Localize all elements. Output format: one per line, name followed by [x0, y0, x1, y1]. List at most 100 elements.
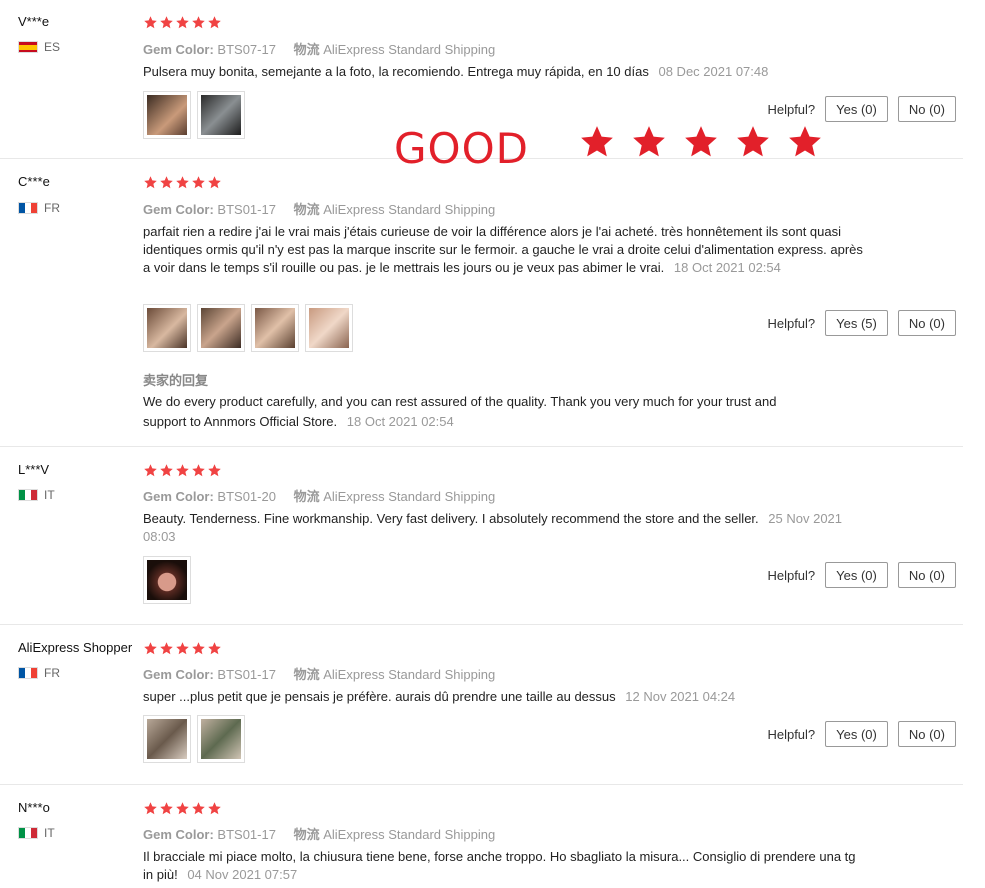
- star-rating: [143, 801, 222, 816]
- review-photos: [143, 556, 191, 604]
- star-icon: [143, 801, 158, 816]
- seller-reply-label: 卖家的回复: [143, 373, 209, 388]
- shipping-label: 物流: [293, 827, 320, 842]
- shipping-value: AliExpress Standard Shipping: [323, 202, 496, 217]
- reviewer-name: N***o: [18, 800, 50, 815]
- star-icon: [159, 641, 174, 656]
- star-rating: [143, 175, 222, 190]
- review-item: AliExpress Shopper FR Gem Color: BTS01-1…: [0, 625, 963, 785]
- helpful-no-button[interactable]: No (0): [897, 721, 956, 747]
- helpful-vote: Helpful? Yes (5) No (0): [767, 310, 956, 336]
- country-code: IT: [44, 488, 55, 502]
- helpful-yes-button[interactable]: Yes (0): [825, 721, 888, 747]
- star-icon: [207, 641, 222, 656]
- france-flag-icon: [18, 202, 38, 214]
- gem-color-value: BTS01-17: [217, 827, 276, 842]
- reviewer-country: IT: [18, 488, 55, 502]
- review-date: 04 Nov 2021 07:57: [187, 867, 298, 882]
- country-code: FR: [44, 201, 60, 215]
- review-body: Pulsera muy bonita, semejante a la foto,…: [143, 64, 649, 79]
- review-text: Beauty. Tenderness. Fine workmanship. Ve…: [143, 510, 863, 546]
- review-photo-thumbnail[interactable]: [143, 715, 191, 763]
- reviewer-name: C***e: [18, 174, 50, 189]
- gem-color-label: Gem Color:: [143, 42, 214, 57]
- italy-flag-icon: [18, 489, 38, 501]
- country-code: IT: [44, 826, 55, 840]
- country-code: ES: [44, 40, 61, 54]
- shipping-label: 物流: [293, 667, 320, 682]
- reviewer-country: FR: [18, 201, 60, 215]
- reviewer-country: FR: [18, 666, 60, 680]
- review-item: N***o IT Gem Color: BTS01-17 物流 AliExpre…: [0, 785, 963, 888]
- star-icon: [207, 175, 222, 190]
- reviewer-name: V***e: [18, 14, 50, 29]
- gem-color-value: BTS01-17: [217, 667, 276, 682]
- review-photos: [143, 715, 245, 763]
- star-icon: [191, 801, 206, 816]
- big-star-icon: [786, 123, 824, 161]
- review-photo-thumbnail[interactable]: [197, 91, 245, 139]
- star-icon: [143, 463, 158, 478]
- country-code: FR: [44, 666, 60, 680]
- review-photo-thumbnail[interactable]: [197, 715, 245, 763]
- italy-flag-icon: [18, 827, 38, 839]
- review-text: Il bracciale mi piace molto, la chiusura…: [143, 848, 863, 884]
- shipping-value: AliExpress Standard Shipping: [323, 42, 496, 57]
- star-icon: [175, 801, 190, 816]
- review-date: 08 Dec 2021 07:48: [658, 64, 769, 79]
- star-rating: [143, 15, 222, 30]
- review-date: 18 Oct 2021 02:54: [673, 260, 781, 275]
- review-item: L***V IT Gem Color: BTS01-20 物流 AliExpre…: [0, 447, 963, 625]
- helpful-label: Helpful?: [767, 315, 816, 331]
- big-star-icon: [734, 123, 772, 161]
- review-text: Pulsera muy bonita, semejante a la foto,…: [143, 63, 863, 81]
- review-body: Beauty. Tenderness. Fine workmanship. Ve…: [143, 511, 759, 526]
- star-icon: [191, 175, 206, 190]
- star-rating: [143, 463, 222, 478]
- shipping-value: AliExpress Standard Shipping: [323, 667, 496, 682]
- helpful-yes-button[interactable]: Yes (0): [825, 562, 888, 588]
- review-item: C***e FR Gem Color: BTS01-17 物流 AliExpre…: [0, 159, 963, 447]
- star-icon: [143, 175, 158, 190]
- review-text: parfait rien a redire j'ai le vrai mais …: [143, 223, 863, 277]
- helpful-no-button[interactable]: No (0): [897, 96, 956, 122]
- seller-reply-body: We do every product carefully, and you c…: [143, 394, 777, 429]
- shipping-label: 物流: [293, 202, 320, 217]
- star-icon: [175, 15, 190, 30]
- review-photo-thumbnail[interactable]: [251, 304, 299, 352]
- star-icon: [175, 463, 190, 478]
- helpful-no-button[interactable]: No (0): [897, 310, 956, 336]
- review-attributes: Gem Color: BTS01-20 物流 AliExpress Standa…: [143, 486, 495, 505]
- big-star-icon: [630, 123, 668, 161]
- review-attributes: Gem Color: BTS01-17 物流 AliExpress Standa…: [143, 824, 495, 843]
- star-icon: [175, 175, 190, 190]
- good-overlay-text: GOOD: [394, 124, 530, 173]
- star-icon: [207, 15, 222, 30]
- gem-color-label: Gem Color:: [143, 667, 214, 682]
- helpful-no-button[interactable]: No (0): [897, 562, 956, 588]
- review-photo-thumbnail[interactable]: [305, 304, 353, 352]
- review-text: super ...plus petit que je pensais je pr…: [143, 688, 863, 706]
- gem-color-value: BTS01-17: [217, 202, 276, 217]
- review-photo-thumbnail[interactable]: [197, 304, 245, 352]
- review-photo-thumbnail[interactable]: [143, 304, 191, 352]
- shipping-label: 物流: [293, 489, 320, 504]
- review-attributes: Gem Color: BTS01-17 物流 AliExpress Standa…: [143, 664, 495, 683]
- helpful-yes-button[interactable]: Yes (5): [825, 310, 888, 336]
- helpful-label: Helpful?: [767, 726, 816, 742]
- reviewer-name: L***V: [18, 462, 50, 477]
- review-photo-thumbnail[interactable]: [143, 556, 191, 604]
- helpful-yes-button[interactable]: Yes (0): [825, 96, 888, 122]
- helpful-vote: Helpful? Yes (0) No (0): [767, 96, 956, 122]
- review-photo-thumbnail[interactable]: [143, 91, 191, 139]
- star-icon: [191, 463, 206, 478]
- reviewer-name: AliExpress Shopper: [18, 640, 133, 655]
- star-rating: [143, 641, 222, 656]
- overlay-star-rating: [578, 123, 824, 161]
- star-icon: [159, 15, 174, 30]
- gem-color-label: Gem Color:: [143, 489, 214, 504]
- helpful-vote: Helpful? Yes (0) No (0): [767, 721, 956, 747]
- star-icon: [207, 801, 222, 816]
- gem-color-value: BTS07-17: [217, 42, 276, 57]
- reviewer-country: ES: [18, 40, 60, 54]
